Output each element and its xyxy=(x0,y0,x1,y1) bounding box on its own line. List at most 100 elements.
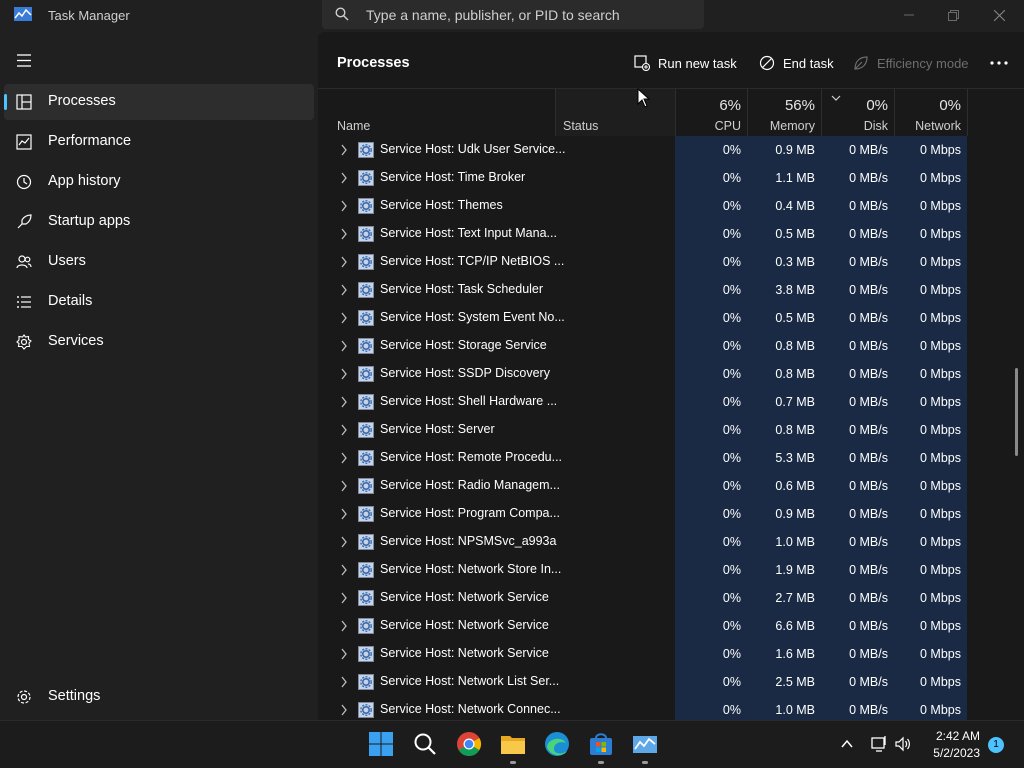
table-row[interactable]: Service Host: Network Service 0% 1.6 MB 0 M… xyxy=(318,640,1024,668)
expand-chevron-icon[interactable] xyxy=(340,648,348,660)
process-disk-value: 0 MB/s xyxy=(849,171,888,185)
table-row[interactable]: Service Host: Radio Managem... 0% 0.6 MB 0 … xyxy=(318,472,1024,500)
process-disk-cell: 0 MB/s xyxy=(821,472,894,500)
hamburger-menu-icon[interactable] xyxy=(14,54,34,68)
table-row[interactable]: Service Host: Network Service 0% 2.7 MB 0 M… xyxy=(318,584,1024,612)
table-row[interactable]: Service Host: Network List Ser... 0% 2.5 M… xyxy=(318,668,1024,696)
sidebar-item-details[interactable]: Details xyxy=(4,284,314,320)
table-row[interactable]: Service Host: Remote Procedu... 0% 5.3 MB 0… xyxy=(318,444,1024,472)
table-row[interactable]: Service Host: Server 0% 0.8 MB 0 MB/s 0 Mbps xyxy=(318,416,1024,444)
process-network-cell: 0 Mbps xyxy=(894,668,967,696)
process-name: Service Host: NPSMSvc_a993a xyxy=(380,534,557,548)
table-row[interactable]: Service Host: Shell Hardware ... 0% 0.7 MB… xyxy=(318,388,1024,416)
table-row[interactable]: Service Host: Time Broker 0% 1.1 MB 0 MB/s 0… xyxy=(318,164,1024,192)
expand-chevron-icon[interactable] xyxy=(340,228,348,240)
table-row[interactable]: Service Host: Program Compa... 0% 0.9 MB 0 … xyxy=(318,500,1024,528)
sidebar-item-services[interactable]: Services xyxy=(4,324,314,360)
process-memory-value: 1.1 MB xyxy=(775,171,815,185)
run-new-task-button[interactable]: Run new task xyxy=(634,52,737,74)
sidebar-item-processes[interactable]: Processes xyxy=(4,84,314,120)
edge-taskbar-button[interactable] xyxy=(542,729,572,759)
process-memory-value: 0.8 MB xyxy=(775,339,815,353)
table-row[interactable]: Service Host: Network Store In... 0% 1.9 M… xyxy=(318,556,1024,584)
sidebar-item-startup-apps[interactable]: Startup apps xyxy=(4,204,314,240)
column-header-name[interactable]: Name xyxy=(318,89,555,136)
process-cpu-cell: 0% xyxy=(675,528,747,556)
expand-chevron-icon[interactable] xyxy=(340,508,348,520)
column-header-cpu[interactable]: 6% CPU xyxy=(675,89,747,136)
table-row[interactable]: Service Host: Text Input Mana... 0% 0.5 MB… xyxy=(318,220,1024,248)
expand-chevron-icon[interactable] xyxy=(340,200,348,212)
table-row[interactable]: Service Host: Network Service 0% 6.6 MB 0 M… xyxy=(318,612,1024,640)
process-network-value: 0 Mbps xyxy=(920,479,961,493)
process-cpu-value: 0% xyxy=(722,507,741,521)
sidebar-item-performance[interactable]: Performance xyxy=(4,124,314,160)
process-disk-value: 0 MB/s xyxy=(849,227,888,241)
process-memory-cell: 0.7 MB xyxy=(747,388,821,416)
expand-chevron-icon[interactable] xyxy=(340,704,348,716)
more-options-icon[interactable] xyxy=(988,54,1010,72)
expand-chevron-icon[interactable] xyxy=(340,536,348,548)
process-name: Service Host: Shell Hardware ... xyxy=(380,394,558,408)
sidebar-item-label: App history xyxy=(48,173,121,189)
expand-chevron-icon[interactable] xyxy=(340,396,348,408)
volume-icon[interactable] xyxy=(894,735,912,753)
taskbar-search-button[interactable] xyxy=(410,729,440,759)
end-task-button[interactable]: End task xyxy=(759,52,834,74)
column-header-memory[interactable]: 56% Memory xyxy=(747,89,821,136)
start-button[interactable] xyxy=(366,729,396,759)
search-input[interactable] xyxy=(366,0,696,29)
table-row[interactable]: Service Host: Network Connec... 0% 1.0 MB 0… xyxy=(318,696,1024,720)
sidebar-item-settings[interactable]: Settings xyxy=(4,679,314,715)
service-host-icon xyxy=(358,590,374,606)
sidebar-item-app-history[interactable]: App history xyxy=(4,164,314,200)
column-header-disk[interactable]: 0% Disk xyxy=(821,89,894,136)
expand-chevron-icon[interactable] xyxy=(340,452,348,464)
notification-badge[interactable]: 1 xyxy=(988,737,1004,753)
expand-chevron-icon[interactable] xyxy=(340,564,348,576)
search-box[interactable] xyxy=(322,0,704,29)
table-row[interactable]: Service Host: System Event No... 0% 0.5 MB… xyxy=(318,304,1024,332)
restore-button[interactable] xyxy=(930,0,976,30)
column-header-status[interactable]: Status xyxy=(555,89,675,136)
expand-chevron-icon[interactable] xyxy=(340,312,348,324)
expand-chevron-icon[interactable] xyxy=(340,144,348,156)
table-row[interactable]: Service Host: TCP/IP NetBIOS ... 0% 0.3 MB… xyxy=(318,248,1024,276)
microsoft-store-taskbar-button[interactable] xyxy=(586,729,616,764)
process-cpu-value: 0% xyxy=(722,591,741,605)
table-row[interactable]: Service Host: Task Scheduler 0% 3.8 MB 0 MB… xyxy=(318,276,1024,304)
efficiency-mode-button[interactable]: Efficiency mode xyxy=(853,52,969,74)
table-row[interactable]: Service Host: Storage Service 0% 0.8 MB 0 M… xyxy=(318,332,1024,360)
table-row[interactable]: Service Host: Themes 0% 0.4 MB 0 MB/s 0 Mbps xyxy=(318,192,1024,220)
expand-chevron-icon[interactable] xyxy=(340,480,348,492)
expand-chevron-icon[interactable] xyxy=(340,592,348,604)
expand-chevron-icon[interactable] xyxy=(340,424,348,436)
sidebar-item-users[interactable]: Users xyxy=(4,244,314,280)
table-row[interactable]: Service Host: NPSMSvc_a993a 0% 1.0 MB 0 MB/… xyxy=(318,528,1024,556)
minimize-button[interactable] xyxy=(886,0,932,30)
chevron-up-icon[interactable] xyxy=(840,738,854,750)
file-explorer-taskbar-button[interactable] xyxy=(498,729,528,764)
process-network-cell: 0 Mbps xyxy=(894,360,967,388)
task-manager-taskbar-button[interactable] xyxy=(630,729,660,764)
service-host-icon xyxy=(358,674,374,690)
expand-chevron-icon[interactable] xyxy=(340,172,348,184)
close-button[interactable] xyxy=(976,0,1022,30)
expand-chevron-icon[interactable] xyxy=(340,340,348,352)
process-cpu-cell: 0% xyxy=(675,500,747,528)
table-row[interactable]: Service Host: SSDP Discovery 0% 0.8 MB 0 MB… xyxy=(318,360,1024,388)
service-host-icon xyxy=(358,478,374,494)
process-cpu-value: 0% xyxy=(722,339,741,353)
vertical-scrollbar[interactable] xyxy=(1015,368,1018,456)
expand-chevron-icon[interactable] xyxy=(340,676,348,688)
expand-chevron-icon[interactable] xyxy=(340,284,348,296)
process-memory-value: 3.8 MB xyxy=(775,283,815,297)
network-status-icon[interactable] xyxy=(870,735,888,753)
column-header-network[interactable]: 0% Network xyxy=(894,89,967,136)
chrome-taskbar-button[interactable] xyxy=(454,729,484,759)
table-row[interactable]: Service Host: Udk User Service... 0% 0.9 M… xyxy=(318,136,1024,164)
expand-chevron-icon[interactable] xyxy=(340,256,348,268)
expand-chevron-icon[interactable] xyxy=(340,368,348,380)
expand-chevron-icon[interactable] xyxy=(340,620,348,632)
process-cpu-value: 0% xyxy=(722,647,741,661)
